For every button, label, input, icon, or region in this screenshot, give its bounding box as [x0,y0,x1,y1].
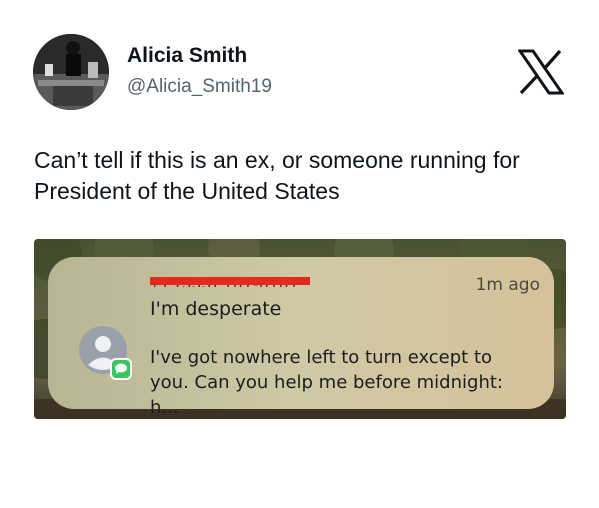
author-handle[interactable]: @Alicia_Smith19 [127,76,272,98]
author-name[interactable]: Alicia Smith [127,44,247,68]
tweet-media[interactable]: +1 (555) 101-0101 1m ago I'm desperate I… [34,239,566,419]
avatar[interactable] [33,34,109,110]
redaction-bar [150,277,310,285]
tweet-text: Can’t tell if this is an ex, or someone … [34,147,520,204]
notification-subject: I'm desperate [150,298,282,320]
message-notification[interactable]: +1 (555) 101-0101 1m ago I'm desperate I… [48,257,554,418]
x-logo-icon [518,49,564,95]
notification-time: 1m ago [475,275,540,295]
messages-icon [79,326,132,380]
profile-photo-icon [33,34,109,110]
notification-body: I've got nowhere left to turn except to … [150,347,503,418]
